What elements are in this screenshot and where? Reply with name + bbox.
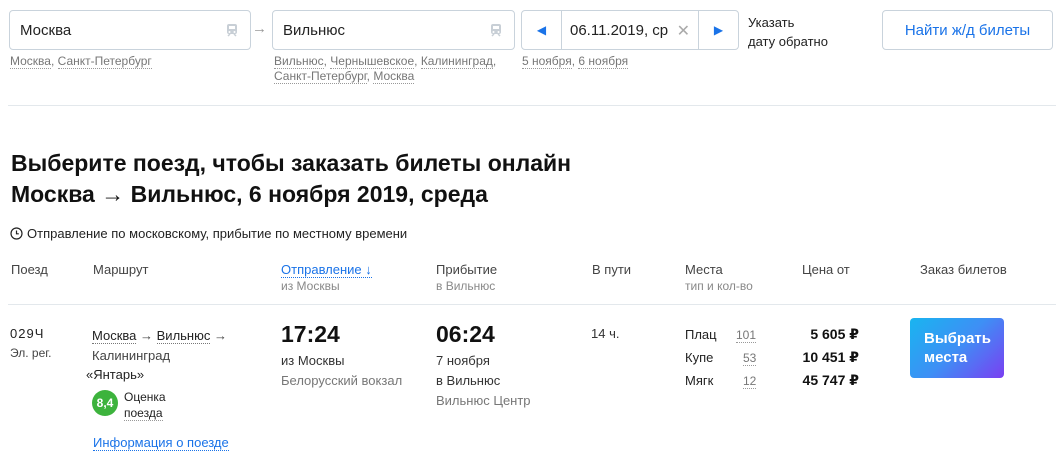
column-departure-label[interactable]: Отправление ↓ bbox=[281, 262, 372, 278]
timezone-note-text: Отправление по московскому, прибытие по … bbox=[27, 226, 408, 241]
train-info-link[interactable]: Информация о поезде bbox=[93, 435, 229, 451]
train-number: 029Ч bbox=[10, 326, 45, 341]
date-hints: 5 ноября, 6 ноября bbox=[522, 54, 629, 69]
column-route-label: Маршрут bbox=[93, 262, 149, 277]
train-route: Москва → Вильнюс → Калининград bbox=[92, 326, 252, 366]
trip-duration: 14 ч. bbox=[591, 326, 620, 341]
from-input[interactable]: Москва bbox=[9, 10, 251, 50]
to-hint[interactable]: Москва bbox=[373, 69, 415, 84]
date-input-value: 06.11.2019, ср bbox=[570, 22, 669, 39]
date-hint[interactable]: 6 ноября bbox=[578, 54, 629, 69]
arrow-right-icon: → bbox=[140, 328, 154, 343]
return-link-line1: Указать bbox=[748, 15, 795, 30]
to-hint[interactable]: Санкт-Петербург bbox=[274, 69, 367, 84]
arrival-station: Вильнюс Центр bbox=[436, 393, 531, 408]
divider bbox=[8, 105, 1056, 106]
triangle-right-icon: ▶ bbox=[713, 23, 724, 37]
column-arrival-sub: в Вильнюс bbox=[436, 279, 496, 293]
to-hint[interactable]: Вильнюс bbox=[274, 54, 324, 69]
departure-time: 17:24 bbox=[281, 321, 340, 347]
train-kind: Эл. рег. bbox=[10, 346, 52, 360]
to-hints: Вильнюс, Чернышевское, Калининград, Санк… bbox=[274, 54, 497, 84]
column-price[interactable]: Цена от bbox=[802, 261, 850, 278]
arrival-details: 7 ноября в Вильнюс Вильнюс Центр bbox=[436, 351, 531, 411]
to-hint[interactable]: Чернышевское bbox=[330, 54, 415, 69]
column-departure-sub: из Москвы bbox=[281, 279, 340, 293]
column-route: Маршрут bbox=[93, 261, 148, 278]
rating-badge[interactable]: 8,4 bbox=[92, 390, 118, 416]
triangle-left-icon: ◀ bbox=[536, 23, 547, 37]
column-duration[interactable]: В пути bbox=[592, 261, 631, 278]
seat-count[interactable]: 12 bbox=[743, 374, 757, 389]
route-from[interactable]: Москва bbox=[92, 328, 137, 344]
to-input-value: Вильнюс bbox=[283, 22, 345, 39]
seat-price: 5 605 ₽ bbox=[810, 326, 859, 342]
column-arrival[interactable]: Прибытие в Вильнюс bbox=[436, 261, 497, 295]
from-input-value: Москва bbox=[20, 22, 72, 39]
arrival-date: 7 ноября bbox=[436, 353, 490, 368]
seat-type: Плац bbox=[685, 327, 717, 342]
seat-count[interactable]: 53 bbox=[743, 351, 757, 366]
rating-label-line1: Оценка bbox=[124, 390, 166, 404]
train-brand: «Янтарь» bbox=[86, 367, 145, 382]
divider bbox=[8, 304, 1056, 305]
choose-seats-line1: Выбрать bbox=[924, 330, 991, 347]
column-seats-label: Места bbox=[685, 262, 723, 277]
from-hint[interactable]: Санкт-Петербург bbox=[57, 54, 152, 69]
column-departure[interactable]: Отправление ↓ из Москвы bbox=[281, 261, 372, 295]
column-order: Заказ билетов bbox=[920, 261, 1007, 278]
page-title: Выберите поезд, чтобы заказать билеты он… bbox=[11, 148, 571, 210]
close-icon[interactable]: ✕ bbox=[677, 21, 690, 41]
to-hint[interactable]: Калининград bbox=[420, 54, 493, 69]
from-hints: Москва, Санкт-Петербург bbox=[10, 54, 152, 69]
date-input[interactable]: 06.11.2019, ср ✕ bbox=[562, 11, 698, 49]
prev-date-button[interactable]: ◀ bbox=[522, 11, 562, 49]
column-duration-label: В пути bbox=[592, 262, 632, 277]
return-link-line2: дату обратно bbox=[748, 34, 828, 49]
rating-label-line2: поезда bbox=[124, 406, 163, 421]
arrow-right-icon: → bbox=[214, 328, 227, 343]
choose-seats-button[interactable]: Выбрать места bbox=[910, 318, 1004, 378]
rating-label[interactable]: Оценка поезда bbox=[124, 389, 166, 421]
next-date-button[interactable]: ▶ bbox=[698, 11, 738, 49]
return-date-link[interactable]: Указать дату обратно bbox=[748, 13, 828, 51]
departure-details: из Москвы Белорусский вокзал bbox=[281, 351, 402, 391]
seat-type: Купе bbox=[685, 350, 714, 365]
arrow-right-icon: → bbox=[252, 20, 267, 37]
seat-price: 10 451 ₽ bbox=[802, 349, 859, 365]
find-tickets-button[interactable]: Найти ж/д билеты bbox=[882, 10, 1053, 50]
train-icon bbox=[227, 24, 237, 37]
column-seats-sub: тип и кол-во bbox=[685, 279, 753, 293]
route-to[interactable]: Вильнюс bbox=[156, 328, 211, 344]
column-seats: Места тип и кол-во bbox=[685, 261, 753, 295]
arrival-time: 06:24 bbox=[436, 321, 495, 347]
route-final: Калининград bbox=[92, 348, 171, 363]
arrival-to: в Вильнюс bbox=[436, 373, 501, 388]
date-picker: ◀ 06.11.2019, ср ✕ ▶ bbox=[521, 10, 739, 50]
column-arrival-label: Прибытие bbox=[436, 262, 498, 277]
seat-price: 45 747 ₽ bbox=[802, 372, 859, 388]
column-train-label: Поезд bbox=[11, 262, 48, 277]
clock-icon bbox=[10, 227, 23, 240]
column-price-label: Цена от bbox=[802, 262, 850, 277]
from-hint[interactable]: Москва bbox=[10, 54, 51, 69]
departure-from: из Москвы bbox=[281, 353, 345, 368]
seat-count[interactable]: 101 bbox=[736, 328, 757, 343]
page-title-line1: Выберите поезд, чтобы заказать билеты он… bbox=[11, 150, 572, 176]
date-hint[interactable]: 5 ноября bbox=[522, 54, 572, 69]
page-title-line2: Москва → Вильнюс, 6 ноября 2019, среда bbox=[11, 181, 488, 207]
to-input[interactable]: Вильнюс bbox=[272, 10, 515, 50]
choose-seats-line2: места bbox=[924, 349, 968, 366]
departure-station: Белорусский вокзал bbox=[281, 373, 403, 388]
seat-type: Мягк bbox=[685, 373, 714, 388]
column-train: Поезд bbox=[11, 261, 48, 278]
train-icon bbox=[491, 24, 501, 37]
timezone-note: Отправление по московскому, прибытие по … bbox=[10, 226, 407, 241]
column-order-label: Заказ билетов bbox=[920, 262, 1007, 277]
